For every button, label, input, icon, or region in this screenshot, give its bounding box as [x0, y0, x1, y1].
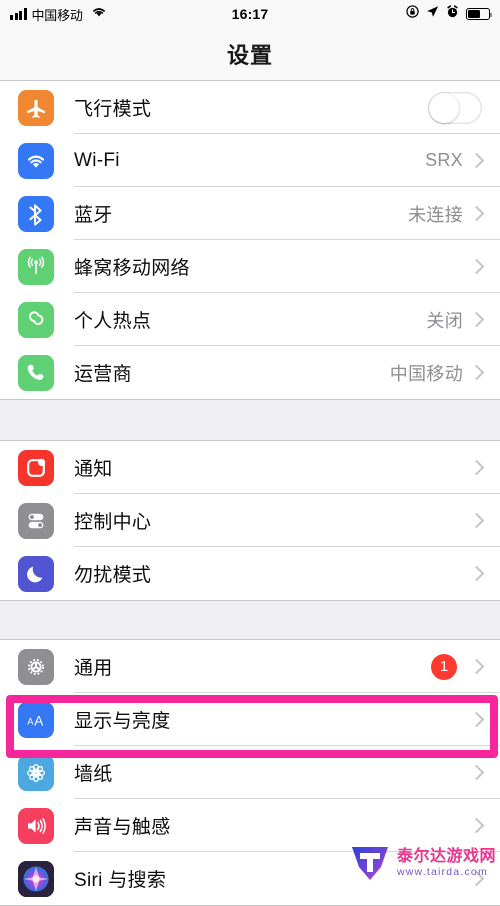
- chevron-right-icon: [468, 711, 485, 728]
- settings-row-bluetooth[interactable]: 蓝牙 未连接: [0, 187, 500, 240]
- chevron-right-icon: [468, 512, 485, 529]
- control-center-toggles-icon: [18, 502, 54, 539]
- speaker-volume-icon: [18, 807, 54, 844]
- wifi-icon: [91, 5, 107, 23]
- watermark-text: 泰尔达游戏网 www.tairda.com: [397, 848, 496, 878]
- status-bar: 中国移动 16:17: [0, 0, 500, 28]
- section-separator: [0, 601, 500, 639]
- navigation-bar: 设置: [0, 28, 500, 80]
- settings-row-label: 通知: [74, 459, 113, 480]
- chevron-right-icon: [468, 565, 485, 582]
- siri-swirl-icon: [18, 860, 54, 897]
- settings-row-wifi[interactable]: Wi-Fi SRX: [0, 134, 500, 187]
- settings-row-value: 关闭: [426, 310, 463, 331]
- wifi-icon: [18, 142, 54, 179]
- crescent-moon-icon: [18, 555, 54, 592]
- settings-row-label: 墙纸: [74, 764, 113, 785]
- settings-row-notifications[interactable]: 通知: [0, 441, 500, 494]
- settings-row-carrier[interactable]: 运营商 中国移动: [0, 346, 500, 399]
- rotation-lock-icon: [406, 5, 419, 23]
- settings-row-value: 中国移动: [389, 363, 463, 384]
- chevron-right-icon: [468, 152, 485, 169]
- settings-row-label: 蜂窝移动网络: [74, 258, 190, 279]
- battery-icon: [466, 8, 492, 20]
- tairda-t-logo-icon: [349, 843, 391, 883]
- bluetooth-icon: [18, 195, 54, 232]
- page-title: 设置: [226, 43, 273, 68]
- settings-row-label: 通用: [74, 658, 113, 679]
- settings-row-do-not-disturb[interactable]: 勿扰模式: [0, 547, 500, 600]
- settings-row-label: 飞行模式: [74, 99, 152, 120]
- status-bar-right: [406, 5, 492, 23]
- chevron-right-icon: [468, 205, 485, 222]
- settings-row-label: Wi-Fi: [74, 149, 120, 171]
- chevron-right-icon: [468, 817, 485, 834]
- chevron-right-icon: [468, 311, 485, 328]
- settings-row-label: 蓝牙: [74, 205, 113, 226]
- status-bar-left: 中国移动: [10, 5, 406, 24]
- status-bar-carrier: 中国移动: [31, 7, 83, 23]
- settings-row-value: SRX: [425, 150, 463, 170]
- settings-row-personal-hotspot[interactable]: 个人热点 关闭: [0, 293, 500, 346]
- chevron-right-icon: [468, 258, 485, 275]
- location-arrow-icon: [426, 5, 439, 23]
- settings-row-control-center[interactable]: 控制中心: [0, 494, 500, 547]
- section-separator: [0, 400, 500, 440]
- chevron-right-icon: [468, 459, 485, 476]
- settings-row-value: 未连接: [408, 204, 463, 225]
- wallpaper-flower-icon: [18, 754, 54, 791]
- cellular-antenna-icon: [18, 248, 54, 285]
- settings-row-wallpaper[interactable]: 墙纸: [0, 746, 500, 799]
- settings-section-notifications: 通知 控制中心 勿扰模式: [0, 440, 500, 601]
- settings-row-label: 显示与亮度: [74, 711, 171, 732]
- chevron-right-icon: [468, 364, 485, 381]
- settings-row-general[interactable]: 通用 1: [0, 640, 500, 693]
- gear-icon: [18, 648, 54, 685]
- settings-row-cellular[interactable]: 蜂窝移动网络: [0, 240, 500, 293]
- settings-row-label: 勿扰模式: [74, 565, 152, 586]
- settings-row-label: 控制中心: [74, 512, 152, 533]
- chevron-right-icon: [468, 658, 485, 675]
- airplane-mode-toggle[interactable]: [428, 91, 482, 124]
- hotspot-link-icon: [18, 301, 54, 338]
- svg-text:A: A: [34, 713, 43, 728]
- watermark: 泰尔达游戏网 www.tairda.com: [349, 843, 496, 883]
- settings-section-connectivity: 飞行模式 Wi-Fi SRX 蓝牙 未连接 蜂窝移动网络 个人热点 关闭 运营商…: [0, 80, 500, 400]
- settings-row-label: 运营商: [74, 364, 132, 385]
- notification-badge-icon: [18, 449, 54, 486]
- signal-bars-icon: [10, 8, 27, 20]
- watermark-site-name: 泰尔达游戏网: [396, 847, 496, 865]
- chevron-right-icon: [468, 764, 485, 781]
- settings-row-label: 声音与触感: [74, 817, 171, 838]
- settings-list[interactable]: 飞行模式 Wi-Fi SRX 蓝牙 未连接 蜂窝移动网络 个人热点 关闭 运营商…: [0, 80, 500, 906]
- watermark-url: www.tairda.com: [396, 866, 488, 879]
- alarm-clock-icon: [446, 5, 459, 23]
- aa-text-size-icon: A A: [18, 701, 54, 738]
- settings-row-airplane-mode[interactable]: 飞行模式: [0, 81, 500, 134]
- status-badge: 1: [431, 653, 457, 680]
- airplane-icon: [18, 89, 54, 126]
- settings-row-display-brightness[interactable]: A A 显示与亮度: [0, 693, 500, 746]
- settings-row-label: 个人热点: [74, 311, 152, 332]
- phone-handset-icon: [18, 354, 54, 391]
